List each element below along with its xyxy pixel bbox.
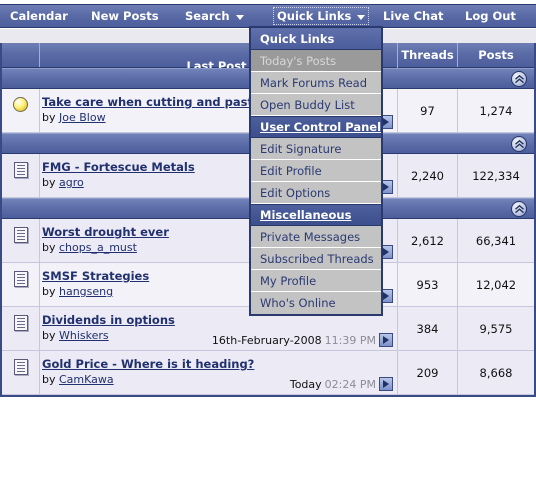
menu-item-mark-forums-read[interactable]: Mark Forums Read [251,72,381,94]
lightbulb-icon [13,97,28,112]
menu-item-open-buddy-list[interactable]: Open Buddy List [251,94,381,116]
thread-title-link[interactable]: SMSF Strategies [42,269,149,283]
document-icon [13,162,28,178]
menu-header-quick-links: Quick Links [251,28,381,50]
go-to-last-post-icon[interactable] [379,333,393,347]
document-icon [13,359,28,375]
menu-item-my-profile[interactable]: My Profile [251,270,381,292]
thread-status-cell [2,263,40,306]
post-count-cell: 1,274 [479,103,513,118]
byline-prefix: by [42,111,56,124]
collapse-chevrons-up-icon[interactable] [511,136,527,152]
thread-title-link[interactable]: Take care when cutting and pasti [42,95,257,109]
byline-prefix: by [42,329,56,342]
nav-calendar[interactable]: Calendar [10,9,68,23]
menu-item-edit-signature[interactable]: Edit Signature [251,138,381,160]
post-count-cell: 8,668 [479,365,513,380]
header-icon-column [2,43,40,67]
nav-quick-links-label: Quick Links [277,9,352,23]
forum-page: Calendar New Posts Search Quick Links Li… [0,0,536,503]
byline-prefix: by [42,241,56,254]
nav-live-chat-label: Live Chat [383,9,444,23]
thread-status-cell [2,307,40,350]
thread-status-cell [2,351,40,394]
nav-log-out-label: Log Out [465,9,516,23]
menu-item-private-messages[interactable]: Private Messages [251,226,381,248]
post-count-cell: 9,575 [479,321,513,336]
quick-links-dropdown-menu[interactable]: Quick Links Today's Posts Mark Forums Re… [249,26,383,316]
nav-new-posts-label: New Posts [91,9,159,23]
thread-author-link[interactable]: CamKawa [59,373,114,386]
post-count-cell: 122,334 [472,168,520,183]
header-threads[interactable]: Threads [398,43,458,67]
nav-search-label: Search [185,9,230,23]
menu-header-user-control-panel[interactable]: User Control Panel [251,116,381,138]
thread-title-link[interactable]: FMG - Fortescue Metals [42,160,195,174]
menu-item-todays-posts[interactable]: Today's Posts [251,50,381,72]
last-post-stamp: Today 02:24 PM [290,377,393,391]
thread-count-cell: 2,612 [398,219,458,262]
nav-log-out[interactable]: Log Out [465,9,516,23]
thread-status-cell [2,89,40,132]
menu-item-whos-online[interactable]: Who's Online [251,292,381,314]
post-count-cell: 66,341 [475,233,517,248]
thread-status-cell [2,154,40,197]
nav-new-posts[interactable]: New Posts [91,9,159,23]
menu-item-subscribed-threads[interactable]: Subscribed Threads [251,248,381,270]
thread-author-link[interactable]: hangseng [59,285,113,298]
thread-status-cell [2,219,40,262]
thread-count-cell: 384 [398,307,458,350]
byline-prefix: by [42,285,56,298]
document-icon [13,227,28,243]
nav-calendar-label: Calendar [10,9,68,23]
menu-item-edit-profile[interactable]: Edit Profile [251,160,381,182]
thread-count-cell: 953 [398,263,458,306]
header-posts[interactable]: Posts [458,43,534,67]
caret-down-icon [357,14,366,20]
collapse-chevrons-up-icon[interactable] [511,201,527,217]
thread-count-cell: 2,240 [398,154,458,197]
last-post-date: Today [289,377,322,391]
thread-author-link[interactable]: Joe Blow [59,111,106,124]
last-post-stamp: 16th-February-2008 11:39 PM [212,333,393,347]
main-navigation-bar: Calendar New Posts Search Quick Links Li… [0,4,536,28]
last-post-time: 02:24 PM [324,377,376,391]
last-post-date: 16th-February-2008 [211,333,322,347]
thread-count-cell: 209 [398,351,458,394]
thread-author-link[interactable]: Whiskers [59,329,109,342]
menu-header-miscellaneous[interactable]: Miscellaneous [251,204,381,226]
nav-search[interactable]: Search [185,9,244,23]
thread-author-link[interactable]: agro [59,176,84,189]
nav-live-chat[interactable]: Live Chat [383,9,443,23]
post-count-cell: 12,042 [475,277,517,292]
nav-quick-links[interactable]: Quick Links [273,7,370,25]
byline-prefix: by [42,373,56,386]
menu-item-edit-options[interactable]: Edit Options [251,182,381,204]
thread-title-link[interactable]: Worst drought ever [42,225,169,239]
last-post-time: 11:39 PM [324,333,376,347]
document-icon [13,315,28,331]
thread-author-link[interactable]: chops_a_must [59,241,137,254]
thread-count-cell: 97 [398,89,458,132]
thread-title-link[interactable]: Dividends in options [42,313,175,327]
byline-prefix: by [42,176,56,189]
go-to-last-post-icon[interactable] [379,377,393,391]
collapse-chevrons-up-icon[interactable] [511,71,527,87]
table-row[interactable]: Gold Price - Where is it heading? by Cam… [2,351,534,395]
thread-info-cell: Gold Price - Where is it heading? by Cam… [40,351,398,394]
caret-down-icon [235,14,244,20]
document-icon [13,271,28,287]
thread-title-link[interactable]: Gold Price - Where is it heading? [42,357,254,371]
